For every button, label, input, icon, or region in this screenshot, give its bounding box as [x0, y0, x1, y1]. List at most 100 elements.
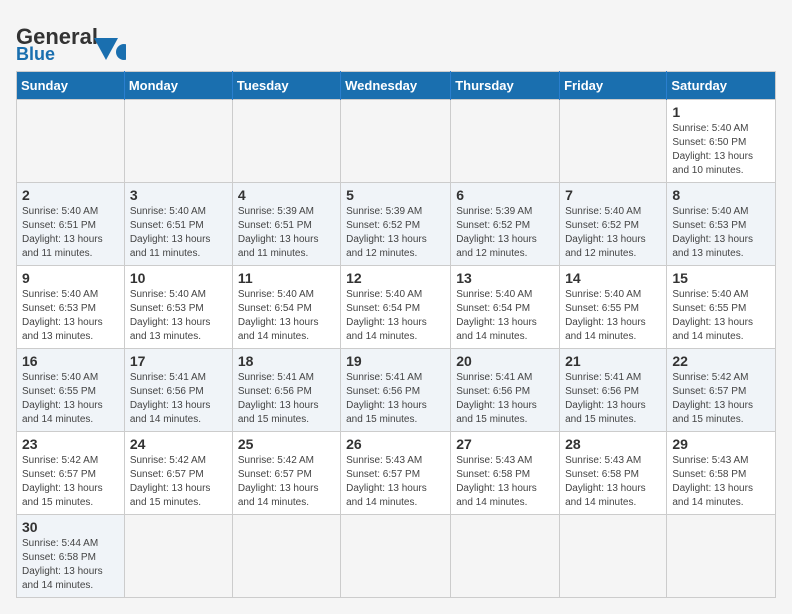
- day-info: Sunrise: 5:41 AM Sunset: 6:56 PM Dayligh…: [346, 371, 445, 427]
- calendar-day-cell: 12 Sunrise: 5:40 AM Sunset: 6:54 PM Dayli…: [341, 266, 451, 349]
- day-info: Sunrise: 5:41 AM Sunset: 6:56 PM Dayligh…: [456, 371, 554, 427]
- calendar-day-cell: 7 Sunrise: 5:40 AM Sunset: 6:52 PM Daylig…: [560, 183, 667, 266]
- day-info: Sunrise: 5:43 AM Sunset: 6:58 PM Dayligh…: [672, 454, 770, 510]
- day-number: 6: [456, 187, 554, 203]
- day-info: Sunrise: 5:40 AM Sunset: 6:55 PM Dayligh…: [22, 371, 119, 427]
- day-number: 27: [456, 436, 554, 452]
- calendar-week-row: 2Sunrise: 5:40 AM Sunset: 6:51 PM Daylig…: [17, 183, 776, 266]
- day-of-week-header: Tuesday: [232, 72, 340, 100]
- calendar-day-cell: 4Sunrise: 5:39 AM Sunset: 6:51 PM Daylig…: [232, 183, 340, 266]
- day-info: Sunrise: 5:43 AM Sunset: 6:57 PM Dayligh…: [346, 454, 445, 510]
- logo-graphic: General Blue: [16, 16, 126, 61]
- calendar-day-cell: 6Sunrise: 5:39 AM Sunset: 6:52 PM Daylig…: [451, 183, 560, 266]
- calendar-day-cell: 29 Sunrise: 5:43 AM Sunset: 6:58 PM Dayli…: [667, 432, 776, 515]
- logo: General Blue: [16, 16, 126, 61]
- calendar-day-cell: 22 Sunrise: 5:42 AM Sunset: 6:57 PM Dayli…: [667, 349, 776, 432]
- calendar-day-cell: [451, 515, 560, 598]
- calendar-day-cell: 25 Sunrise: 5:42 AM Sunset: 6:57 PM Dayli…: [232, 432, 340, 515]
- day-number: 13: [456, 270, 554, 286]
- day-number: 8: [672, 187, 770, 203]
- page-header: General Blue: [16, 16, 776, 61]
- day-info: Sunrise: 5:40 AM Sunset: 6:50 PM Dayligh…: [672, 122, 770, 178]
- svg-text:Blue: Blue: [16, 44, 55, 61]
- day-info: Sunrise: 5:43 AM Sunset: 6:58 PM Dayligh…: [456, 454, 554, 510]
- calendar-day-cell: 14Sunrise: 5:40 AM Sunset: 6:55 PM Dayli…: [560, 266, 667, 349]
- calendar-day-cell: 15Sunrise: 5:40 AM Sunset: 6:55 PM Dayli…: [667, 266, 776, 349]
- calendar-day-cell: 1 Sunrise: 5:40 AM Sunset: 6:50 PM Daylig…: [667, 100, 776, 183]
- calendar-day-cell: 8 Sunrise: 5:40 AM Sunset: 6:53 PM Daylig…: [667, 183, 776, 266]
- calendar-day-cell: 30 Sunrise: 5:44 AM Sunset: 6:58 PM Dayli…: [17, 515, 125, 598]
- calendar-day-cell: 11 Sunrise: 5:40 AM Sunset: 6:54 PM Dayli…: [232, 266, 340, 349]
- day-info: Sunrise: 5:40 AM Sunset: 6:52 PM Dayligh…: [565, 205, 661, 261]
- calendar-day-cell: [124, 100, 232, 183]
- calendar-day-cell: 27 Sunrise: 5:43 AM Sunset: 6:58 PM Dayli…: [451, 432, 560, 515]
- calendar-day-cell: 9 Sunrise: 5:40 AM Sunset: 6:53 PM Daylig…: [17, 266, 125, 349]
- day-info: Sunrise: 5:42 AM Sunset: 6:57 PM Dayligh…: [130, 454, 227, 510]
- day-number: 1: [672, 104, 770, 120]
- calendar-day-cell: 19 Sunrise: 5:41 AM Sunset: 6:56 PM Dayli…: [341, 349, 451, 432]
- calendar-day-cell: [560, 100, 667, 183]
- calendar-day-cell: 5 Sunrise: 5:39 AM Sunset: 6:52 PM Daylig…: [341, 183, 451, 266]
- day-number: 26: [346, 436, 445, 452]
- day-info: Sunrise: 5:40 AM Sunset: 6:54 PM Dayligh…: [238, 288, 335, 344]
- calendar-table: SundayMondayTuesdayWednesdayThursdayFrid…: [16, 71, 776, 598]
- day-number: 15: [672, 270, 770, 286]
- calendar-day-cell: 13 Sunrise: 5:40 AM Sunset: 6:54 PM Dayli…: [451, 266, 560, 349]
- day-number: 12: [346, 270, 445, 286]
- day-info: Sunrise: 5:40 AM Sunset: 6:55 PM Dayligh…: [565, 288, 661, 344]
- calendar-day-cell: 17 Sunrise: 5:41 AM Sunset: 6:56 PM Dayli…: [124, 349, 232, 432]
- calendar-week-row: 9 Sunrise: 5:40 AM Sunset: 6:53 PM Daylig…: [17, 266, 776, 349]
- day-number: 7: [565, 187, 661, 203]
- calendar-day-cell: [232, 100, 340, 183]
- calendar-day-cell: 10Sunrise: 5:40 AM Sunset: 6:53 PM Dayli…: [124, 266, 232, 349]
- day-info: Sunrise: 5:40 AM Sunset: 6:54 PM Dayligh…: [456, 288, 554, 344]
- day-number: 25: [238, 436, 335, 452]
- day-number: 3: [130, 187, 227, 203]
- day-number: 5: [346, 187, 445, 203]
- day-info: Sunrise: 5:39 AM Sunset: 6:51 PM Dayligh…: [238, 205, 335, 261]
- calendar-day-cell: 28 Sunrise: 5:43 AM Sunset: 6:58 PM Dayli…: [560, 432, 667, 515]
- day-info: Sunrise: 5:42 AM Sunset: 6:57 PM Dayligh…: [238, 454, 335, 510]
- day-info: Sunrise: 5:40 AM Sunset: 6:53 PM Dayligh…: [22, 288, 119, 344]
- day-number: 30: [22, 519, 119, 535]
- day-info: Sunrise: 5:42 AM Sunset: 6:57 PM Dayligh…: [672, 371, 770, 427]
- day-info: Sunrise: 5:41 AM Sunset: 6:56 PM Dayligh…: [238, 371, 335, 427]
- day-number: 11: [238, 270, 335, 286]
- day-number: 28: [565, 436, 661, 452]
- day-of-week-header: Wednesday: [341, 72, 451, 100]
- day-info: Sunrise: 5:39 AM Sunset: 6:52 PM Dayligh…: [346, 205, 445, 261]
- calendar-day-cell: [341, 515, 451, 598]
- day-number: 22: [672, 353, 770, 369]
- day-number: 16: [22, 353, 119, 369]
- day-number: 19: [346, 353, 445, 369]
- day-info: Sunrise: 5:44 AM Sunset: 6:58 PM Dayligh…: [22, 537, 119, 593]
- calendar-day-cell: 16 Sunrise: 5:40 AM Sunset: 6:55 PM Dayli…: [17, 349, 125, 432]
- day-info: Sunrise: 5:40 AM Sunset: 6:54 PM Dayligh…: [346, 288, 445, 344]
- day-number: 29: [672, 436, 770, 452]
- calendar-week-row: 23Sunrise: 5:42 AM Sunset: 6:57 PM Dayli…: [17, 432, 776, 515]
- day-number: 9: [22, 270, 119, 286]
- calendar-header-row: SundayMondayTuesdayWednesdayThursdayFrid…: [17, 72, 776, 100]
- day-of-week-header: Monday: [124, 72, 232, 100]
- calendar-day-cell: 20Sunrise: 5:41 AM Sunset: 6:56 PM Dayli…: [451, 349, 560, 432]
- day-info: Sunrise: 5:40 AM Sunset: 6:51 PM Dayligh…: [22, 205, 119, 261]
- calendar-day-cell: [232, 515, 340, 598]
- day-info: Sunrise: 5:41 AM Sunset: 6:56 PM Dayligh…: [130, 371, 227, 427]
- day-of-week-header: Thursday: [451, 72, 560, 100]
- calendar-day-cell: [667, 515, 776, 598]
- day-info: Sunrise: 5:43 AM Sunset: 6:58 PM Dayligh…: [565, 454, 661, 510]
- calendar-day-cell: [560, 515, 667, 598]
- calendar-day-cell: 24Sunrise: 5:42 AM Sunset: 6:57 PM Dayli…: [124, 432, 232, 515]
- day-info: Sunrise: 5:40 AM Sunset: 6:51 PM Dayligh…: [130, 205, 227, 261]
- day-of-week-header: Sunday: [17, 72, 125, 100]
- day-of-week-header: Friday: [560, 72, 667, 100]
- calendar-day-cell: 26 Sunrise: 5:43 AM Sunset: 6:57 PM Dayli…: [341, 432, 451, 515]
- day-info: Sunrise: 5:42 AM Sunset: 6:57 PM Dayligh…: [22, 454, 119, 510]
- day-info: Sunrise: 5:41 AM Sunset: 6:56 PM Dayligh…: [565, 371, 661, 427]
- day-info: Sunrise: 5:40 AM Sunset: 6:53 PM Dayligh…: [672, 205, 770, 261]
- calendar-day-cell: 3 Sunrise: 5:40 AM Sunset: 6:51 PM Daylig…: [124, 183, 232, 266]
- calendar-day-cell: [17, 100, 125, 183]
- calendar-day-cell: 2Sunrise: 5:40 AM Sunset: 6:51 PM Daylig…: [17, 183, 125, 266]
- day-number: 21: [565, 353, 661, 369]
- day-number: 17: [130, 353, 227, 369]
